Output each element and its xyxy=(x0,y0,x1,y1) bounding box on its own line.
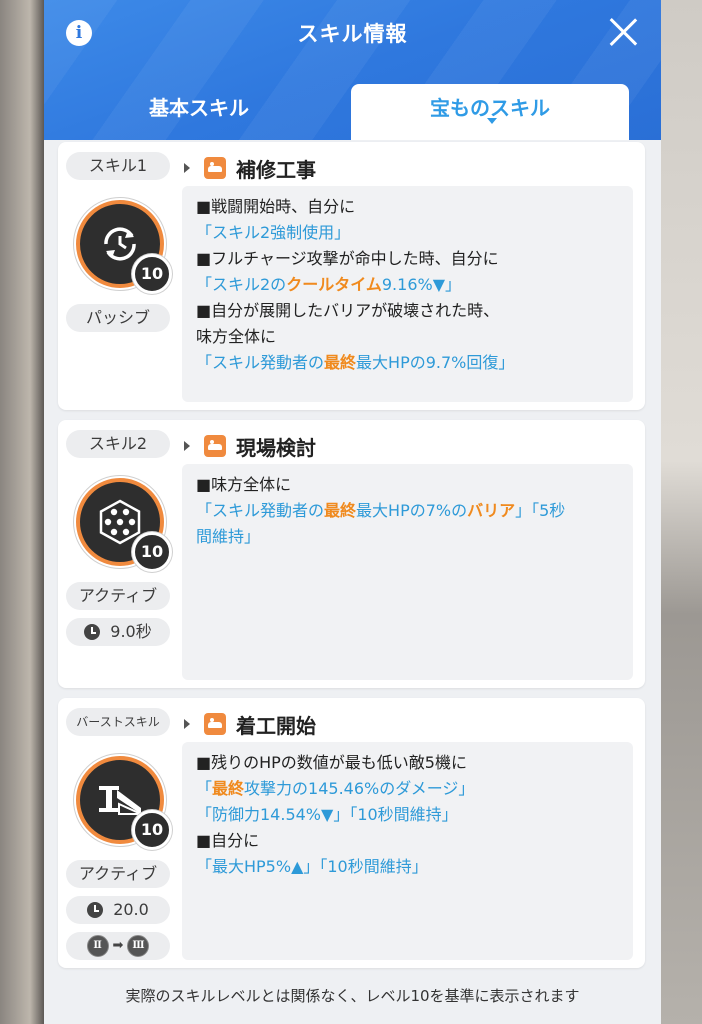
clock-icon xyxy=(84,624,101,640)
clock-icon xyxy=(87,902,104,918)
desc-line-group: 「スキル発動者の最終最大HPの9.7%回復」 xyxy=(196,350,619,376)
skill-slot-label: スキル1 xyxy=(66,152,170,180)
cooldown-value: 9.0秒 xyxy=(110,622,152,641)
desc-line: ■残りのHPの数値が最も低い敵5機に xyxy=(196,753,467,772)
skill-name: 現場検討 xyxy=(236,435,316,460)
arrow-right-icon: ➡ xyxy=(112,938,124,953)
skill-card-1: スキル1 補修工事 10 パッシブ ■戦闘開始時、自分に 「スキル2強制使用」 … xyxy=(58,142,645,410)
desc-line-group: 「スキル2のクールタイム9.16%▼」 xyxy=(196,272,619,298)
skill-name: 着工開始 xyxy=(236,713,316,738)
skill-description: ■味方全体に 「スキル発動者の最終最大HPの7%のバリア」「5秒 間維持」 xyxy=(182,464,633,680)
skill-description: ■戦闘開始時、自分に 「スキル2強制使用」 ■フルチャージ攻撃が命中した時、自分… xyxy=(182,186,633,402)
desc-text: 最大HPの7%の xyxy=(356,501,468,520)
desc-line: ■自分が展開したバリアが破壊された時、 xyxy=(196,301,500,320)
cooldown-pill: 20.0 xyxy=(66,896,170,924)
cooldown-pill: 9.0秒 xyxy=(66,618,170,646)
desc-highlight: 最終 xyxy=(324,501,357,520)
desc-highlight: バリア xyxy=(467,501,516,520)
expand-triangle-icon xyxy=(184,441,190,451)
modal-title: スキル情報 xyxy=(297,22,408,46)
skill-header: 現場検討 xyxy=(184,432,316,460)
desc-line: ■味方全体に xyxy=(196,475,292,494)
burst-stage-to-icon: Ⅲ xyxy=(127,935,150,957)
skill-type-label: アクティブ xyxy=(66,582,170,610)
desc-text: 攻撃力の145.46%のダメージ」 xyxy=(244,779,475,798)
tab-treasure-skill[interactable]: 宝ものスキル xyxy=(351,84,629,140)
skill-card-2: スキル2 現場検討 10 アクティブ 9.0秒 ■味方全体に 「スキル発動者の最… xyxy=(58,420,645,688)
cooldown-value: 20.0 xyxy=(113,900,149,919)
desc-text: 「 xyxy=(196,779,213,798)
desc-highlight: 最終 xyxy=(324,353,357,372)
expand-triangle-icon xyxy=(184,719,190,729)
desc-text: 「スキル2の xyxy=(196,275,287,294)
skill-card-burst: バーストスキル 着工開始 10 アクティブ 20.0 Ⅱ ➡ Ⅲ ■残りのHPの… xyxy=(58,698,645,968)
desc-text: 最大HPの9.7%回復」 xyxy=(356,353,515,372)
skill-name: 補修工事 xyxy=(236,157,316,182)
skill-slot-label: バーストスキル xyxy=(66,708,170,736)
desc-text: 「スキル発動者の xyxy=(196,501,325,520)
expand-triangle-icon xyxy=(184,163,190,173)
desc-text: 9.16%▼」 xyxy=(381,275,462,294)
treasure-icon xyxy=(204,435,226,457)
tab-basic-skill[interactable]: 基本スキル xyxy=(60,84,338,140)
close-icon[interactable] xyxy=(607,16,639,48)
treasure-icon xyxy=(204,713,226,735)
skill-slot-label: スキル2 xyxy=(66,430,170,458)
desc-line-group: 「スキル発動者の最終最大HPの7%のバリア」「5秒 xyxy=(196,498,619,524)
skill-type-label: アクティブ xyxy=(66,860,170,888)
desc-line-group: 「最終攻撃力の145.46%のダメージ」 xyxy=(196,776,619,802)
desc-text: 「スキル発動者の xyxy=(196,353,325,372)
desc-line: ■自分に xyxy=(196,831,260,850)
skill-description: ■残りのHPの数値が最も低い敵5機に 「最終攻撃力の145.46%のダメージ」 … xyxy=(182,742,633,960)
skill-level-badge: 10 xyxy=(132,810,172,850)
desc-line: 「スキル2強制使用」 xyxy=(196,223,351,242)
desc-text: 」「5秒 xyxy=(515,501,566,520)
skill-level-badge: 10 xyxy=(132,532,172,572)
desc-highlight: クールタイム xyxy=(286,275,382,294)
modal-header: i スキル情報 基本スキル 宝ものスキル xyxy=(44,0,661,140)
desc-line: 味方全体に xyxy=(196,327,277,346)
treasure-icon xyxy=(204,157,226,179)
active-tab-caret-icon xyxy=(487,118,497,124)
skill-level-badge: 10 xyxy=(132,254,172,294)
desc-highlight: 最終 xyxy=(212,779,245,798)
skill-header: 補修工事 xyxy=(184,154,316,182)
desc-line: ■戦闘開始時、自分に xyxy=(196,197,356,216)
skill-info-modal: i スキル情報 基本スキル 宝ものスキル スキル1 補修工事 10 パッシブ ■… xyxy=(44,0,661,1024)
skill-header: 着工開始 xyxy=(184,710,316,738)
desc-line: 「防御力14.54%▼」「10秒間維持」 xyxy=(196,805,458,824)
desc-line: 「最大HP5%▲」「10秒間維持」 xyxy=(196,857,428,876)
skill-list: スキル1 補修工事 10 パッシブ ■戦闘開始時、自分に 「スキル2強制使用」 … xyxy=(44,140,661,1024)
burst-stage-from-icon: Ⅱ xyxy=(86,935,109,957)
burst-stage-pill: Ⅱ ➡ Ⅲ xyxy=(66,932,170,960)
desc-line: 間維持」 xyxy=(196,527,261,546)
desc-line: ■フルチャージ攻撃が命中した時、自分に xyxy=(196,249,499,268)
footer-note: 実際のスキルレベルとは関係なく、レベル10を基準に表示されます xyxy=(125,987,580,1005)
tab-treasure-skill-label: 宝ものスキル xyxy=(430,96,550,120)
skill-type-label: パッシブ xyxy=(66,304,170,332)
